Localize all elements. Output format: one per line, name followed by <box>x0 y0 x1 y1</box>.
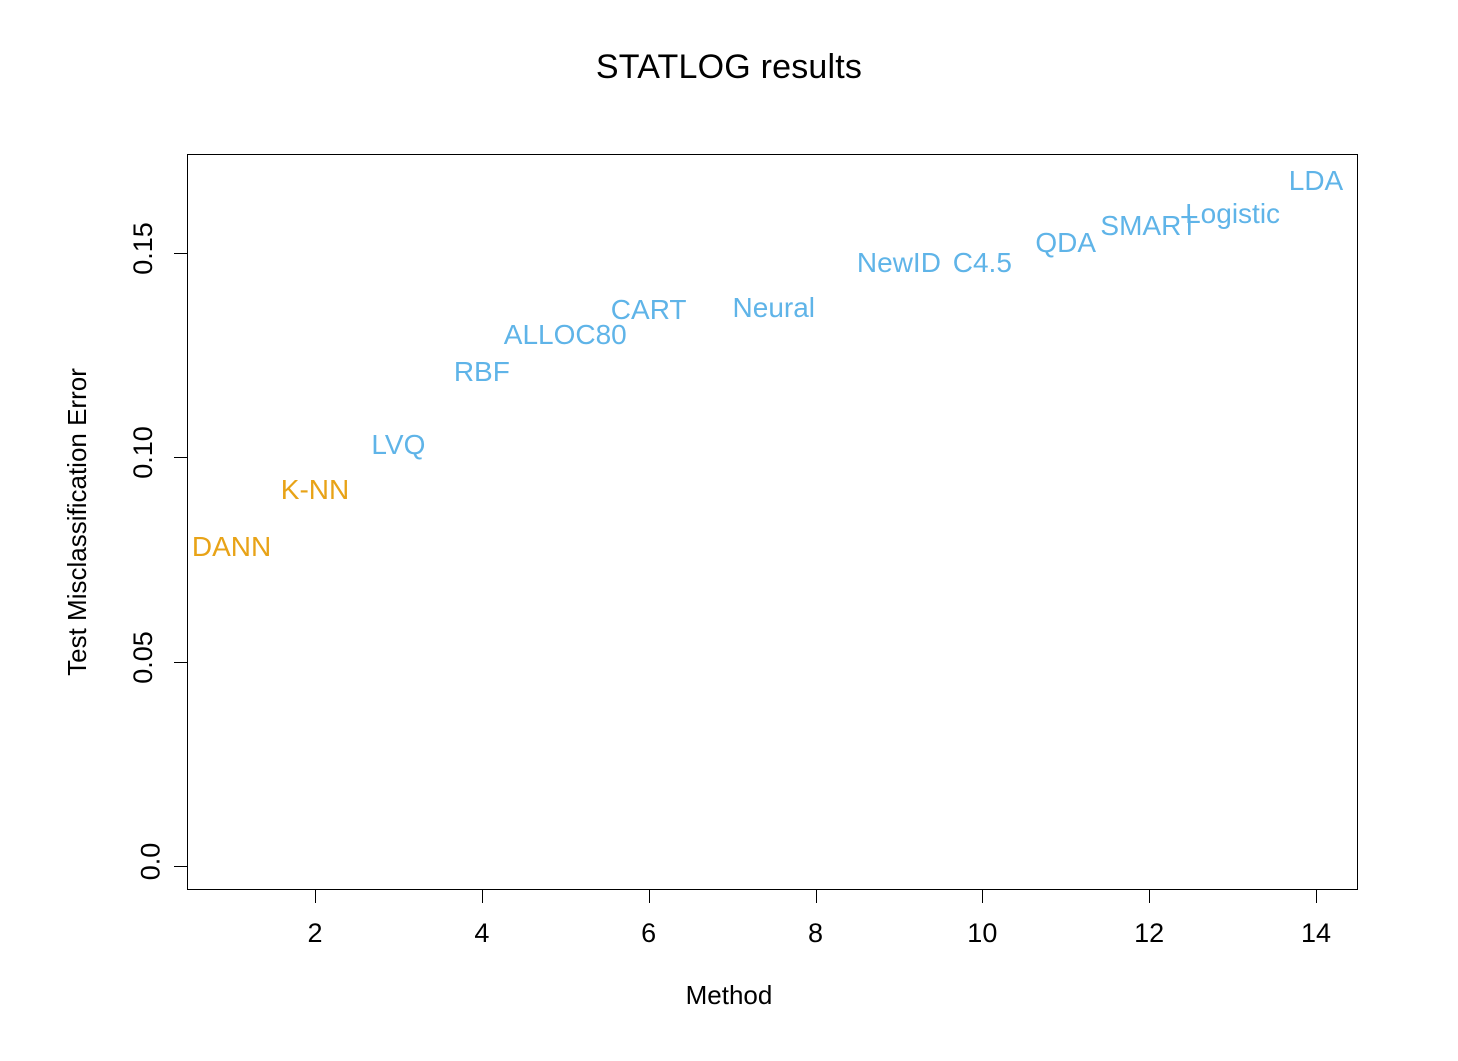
data-point-label: CART <box>610 294 687 326</box>
y-tick-mark <box>174 866 187 867</box>
y-tick-label-text: 0.05 <box>128 630 159 684</box>
x-tick-label: 12 <box>1134 918 1165 948</box>
x-tick-label: 4 <box>474 918 490 948</box>
y-tick-mark <box>174 457 187 459</box>
x-tick-label: 6 <box>641 918 657 948</box>
data-point-label: Logistic <box>1185 198 1281 230</box>
data-point-label: DANN <box>191 531 272 563</box>
plot-area <box>187 154 1358 890</box>
x-tick-label: 10 <box>967 918 998 948</box>
x-tick-mark <box>815 890 817 903</box>
x-tick-mark <box>481 890 483 903</box>
x-tick-mark <box>982 890 984 903</box>
x-tick-label: 2 <box>307 918 323 948</box>
chart-title: STATLOG results <box>595 48 863 86</box>
x-tick-mark <box>1149 890 1151 903</box>
x-tick-mark <box>315 890 316 903</box>
data-point-label: C4.5 <box>952 247 1012 279</box>
data-point-label: NewID <box>856 247 941 279</box>
y-tick-mark <box>174 253 187 254</box>
data-point-label: K-NN <box>280 474 350 506</box>
y-axis-title: Test Misclassification Error <box>62 368 92 676</box>
x-axis-title: Method <box>685 980 773 1010</box>
data-point-label: ALLOC80 <box>503 318 627 350</box>
y-tick-label-text: 0.0 <box>135 842 166 881</box>
x-tick-label: 14 <box>1300 918 1332 948</box>
data-point-label: Neural <box>732 292 816 324</box>
data-point-label: SMART <box>1100 210 1198 242</box>
data-point-label: LVQ <box>371 429 426 461</box>
y-tick-label-text: 0.10 <box>128 426 159 480</box>
x-tick-mark <box>1316 890 1317 903</box>
data-point-label: LDA <box>1288 165 1344 197</box>
x-tick-mark <box>648 890 650 903</box>
data-point-label: RBF <box>453 355 510 387</box>
data-point-label: QDA <box>1035 226 1097 258</box>
chart-canvas: STATLOG results 0.0 0.05 0.10 0.15 2 4 6 8 10 12… <box>0 0 1458 1061</box>
y-tick-mark <box>174 661 187 663</box>
x-tick-label: 8 <box>807 918 824 948</box>
y-tick-label-text: 0.15 <box>128 222 159 275</box>
